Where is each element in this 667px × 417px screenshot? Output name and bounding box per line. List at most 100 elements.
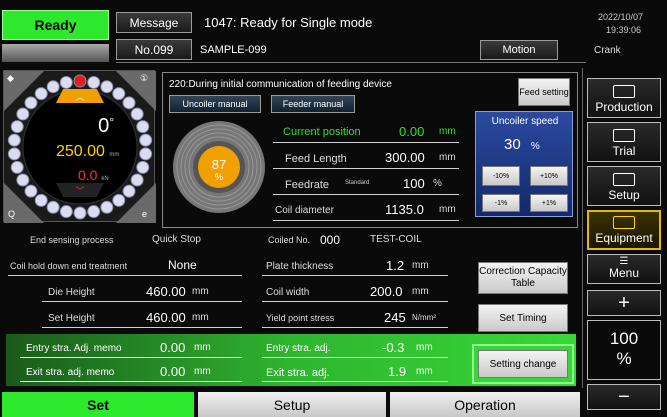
set-timing-button[interactable]: Set Timing [478, 304, 568, 332]
feeder-manual-button[interactable]: Feeder manual [271, 95, 355, 113]
gauge-bead [7, 147, 21, 161]
speed-plus1-button[interactable]: +1% [530, 194, 568, 212]
uncoiler-speed-number: 30 [504, 136, 521, 153]
minus-icon: − [618, 385, 630, 408]
angle-number: 0 [98, 115, 110, 137]
sidebar-item-setup[interactable]: Setup [587, 166, 661, 206]
coil-hold-value: None [168, 258, 197, 272]
comm-message: 220:During initial communication of feed… [169, 79, 392, 90]
gauge-bead [122, 96, 136, 110]
plus-icon: + [618, 291, 630, 314]
correction-capacity-label: Correction Capacity Table [479, 266, 567, 289]
tab-set[interactable]: Set [2, 392, 194, 417]
arrow-up-icon[interactable]: ︿ [56, 89, 104, 103]
feed-length-row[interactable]: Feed Length 300.00 mm [273, 149, 459, 169]
uncoiler-manual-button[interactable]: Uncoiler manual [169, 95, 261, 113]
tab-set-label: Set [87, 396, 109, 413]
gauge-bead [10, 120, 24, 134]
tab-setup[interactable]: Setup [198, 392, 386, 417]
set-timing-label: Set Timing [499, 312, 547, 324]
tab-operation[interactable]: Operation [390, 392, 580, 417]
production-label: Production [595, 100, 653, 114]
yield-row[interactable]: Yield point stress 245 N/mm² [262, 308, 448, 328]
info-icon[interactable]: ① [140, 73, 148, 84]
coil-diameter-label: Coil diameter [275, 205, 334, 216]
exit-adj-row[interactable]: Exit stra. adj. 1.9 mm [262, 362, 448, 382]
q-icon[interactable]: Q [8, 209, 15, 219]
end-sensing-row[interactable]: End sensing process Quick Stop [10, 232, 242, 250]
set-height-row[interactable]: Set Height 460.00 mm [42, 308, 242, 328]
entry-adj-unit: mm [416, 342, 433, 353]
feed-setting-label: Feed setting [519, 87, 569, 97]
program-number-button[interactable]: No.099 [116, 39, 192, 60]
position-number: 250.00 [56, 143, 105, 160]
feed-length-label: Feed Length [285, 153, 347, 165]
coiled-name: TEST-COIL [370, 234, 422, 245]
exit-memo-unit: mm [194, 366, 211, 377]
coil-percent: 87 % [199, 158, 239, 183]
correction-capacity-button[interactable]: Correction Capacity Table [478, 262, 568, 294]
decrease-button[interactable]: − [587, 384, 661, 410]
increase-button[interactable]: + [587, 290, 661, 316]
sidebar-item-trial[interactable]: Trial [587, 122, 661, 162]
exit-memo-value: 0.00 [160, 364, 186, 379]
equipment-icon [613, 216, 635, 229]
sidebar-item-equipment[interactable]: Equipment [587, 210, 661, 250]
end-sensing-label: End sensing process [30, 235, 114, 245]
feedrate-row[interactable]: Feedrate Standard 100 % [273, 175, 459, 195]
diamond-icon[interactable]: ◆ [7, 73, 14, 84]
header-divider [116, 62, 586, 63]
exit-memo-row[interactable]: Exit stra. adj. memo 0.00 mm [20, 362, 242, 382]
setting-change-label: Setting change [489, 358, 557, 370]
load-number: 0.0 [78, 167, 98, 183]
gauge-bead [136, 120, 150, 134]
sidebar-value-display: 100 % [587, 320, 661, 380]
feed-setting-button[interactable]: Feed setting [518, 78, 570, 106]
uncoiler-manual-label: Uncoiler manual [182, 99, 248, 109]
status-indicator: Ready [2, 10, 109, 40]
angle-value: 0° [64, 115, 114, 138]
speed-plus10-button[interactable]: +10% [530, 166, 568, 186]
coiled-no-label: Coiled No. [268, 235, 311, 245]
program-number: No.099 [134, 42, 174, 57]
feedrate-value: 100 [403, 176, 425, 191]
wrench-icon [613, 173, 635, 186]
coiled-no-row[interactable]: Coiled No. 000 TEST-COIL [262, 232, 462, 250]
arrow-down-icon[interactable]: ﹀ [56, 183, 104, 197]
feed-length-value: 300.00 [385, 150, 425, 165]
gauge-bead [7, 133, 21, 147]
feedrate-unit: % [433, 178, 442, 189]
sidebar-item-production[interactable]: Production [587, 78, 661, 118]
plate-thickness-row[interactable]: Plate thickness 1.2 mm [262, 256, 448, 276]
motion-button[interactable]: Motion [480, 40, 558, 60]
coil-width-label: Coil width [266, 287, 310, 298]
motion-value: Crank [594, 45, 621, 56]
gauge-panel: ︿ ﹀ 0° 250.00 mm 0.0 kN ① Q e ◆ [3, 70, 156, 223]
coil-hold-row[interactable]: Coil hold down end treatment None [8, 256, 242, 276]
die-height-row[interactable]: Die Height 460.00 mm [42, 282, 242, 302]
feedrate-mode: Standard [345, 180, 370, 186]
plate-thickness-unit: mm [412, 260, 429, 271]
sidebar-value-unit: % [616, 349, 632, 368]
coil-width-row[interactable]: Coil width 200.0 mm [262, 282, 448, 302]
coil-percent-unit: % [214, 172, 223, 182]
message-button[interactable]: Message [116, 12, 192, 33]
uncoiler-speed-panel: Uncoiler speed 30 % -10% +10% -1% +1% [475, 111, 573, 217]
gauge-bead [130, 107, 144, 121]
current-position-unit: mm [439, 126, 456, 137]
e-icon[interactable]: e [142, 209, 147, 219]
coil-diameter-row[interactable]: Coil diameter 1135.0 mm [273, 201, 459, 221]
speed-minus10-button[interactable]: -10% [482, 166, 520, 186]
exit-adj-label: Exit stra. adj. [266, 367, 330, 379]
current-position-value: 0.00 [399, 124, 425, 139]
gauge-bead [73, 206, 87, 220]
gauge-bead [100, 80, 114, 94]
program-name: SAMPLE-099 [200, 44, 267, 56]
entry-memo-row[interactable]: Entry stra. Adj. memo 0.00 mm [20, 338, 242, 358]
load-unit: kN [101, 176, 109, 182]
sidebar-item-menu[interactable]: ☰ Menu [587, 254, 661, 284]
speed-minus1-button[interactable]: -1% [482, 194, 520, 212]
setting-change-button[interactable]: Setting change [478, 350, 568, 378]
exit-adj-value: 1.9 [388, 364, 407, 379]
entry-adj-row[interactable]: Entry stra. adj. -0.3 mm [262, 338, 448, 358]
